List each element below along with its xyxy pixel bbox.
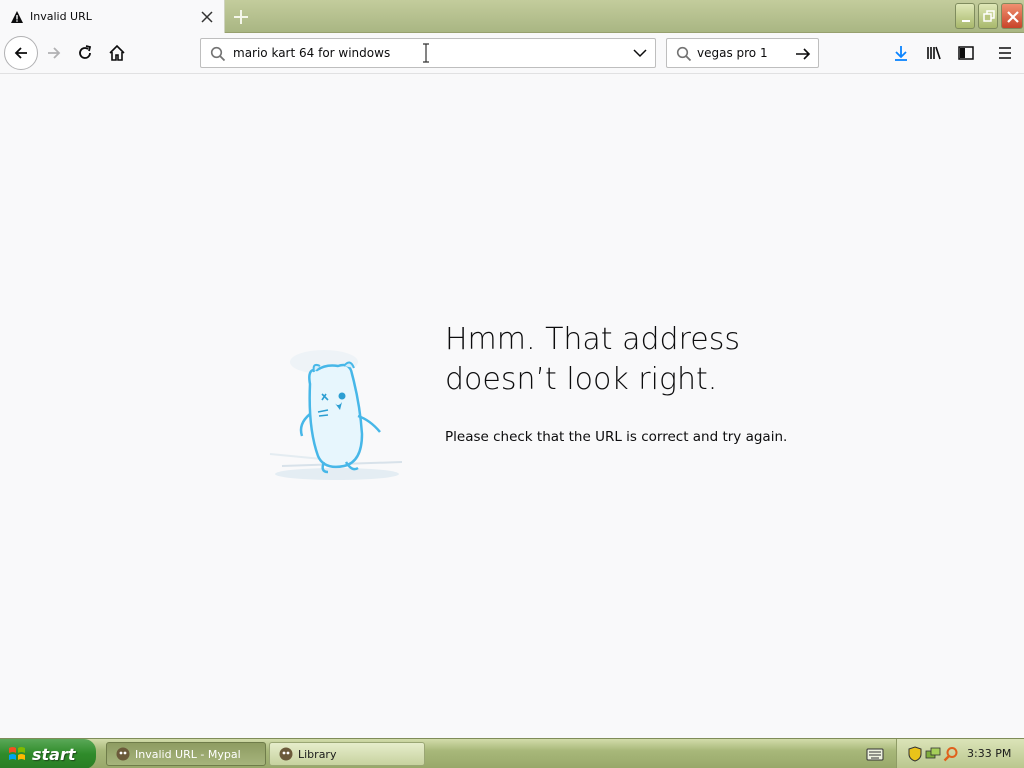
minimize-button[interactable]: [955, 3, 975, 29]
download-icon: [895, 46, 907, 61]
windows-logo-icon: [9, 747, 25, 760]
search-go-arrow-icon[interactable]: [794, 45, 812, 63]
forward-button[interactable]: [38, 37, 70, 69]
taskbar-item-library[interactable]: Library: [269, 742, 425, 766]
close-tab-icon[interactable]: [199, 9, 215, 25]
library-button[interactable]: [922, 41, 946, 65]
restore-icon: [983, 10, 995, 22]
security-shield-icon[interactable]: [907, 746, 923, 762]
forward-arrow-icon: [48, 47, 61, 59]
hamburger-menu-icon: [999, 47, 1011, 59]
reload-icon: [79, 45, 92, 59]
chevron-down-icon[interactable]: [633, 48, 647, 58]
back-button[interactable]: [4, 36, 38, 70]
mypal-app-icon: [279, 747, 293, 761]
search-bar[interactable]: vegas pro 1: [666, 38, 819, 68]
search-tray-icon[interactable]: [943, 746, 959, 762]
back-arrow-icon: [14, 47, 27, 59]
restore-button[interactable]: [978, 3, 998, 29]
tab-title: Invalid URL: [30, 10, 92, 23]
close-icon: [1007, 11, 1019, 23]
start-label: start: [32, 744, 76, 764]
taskbar-item-label: Library: [298, 747, 337, 761]
library-icon: [927, 46, 941, 60]
error-heading-line-1: Hmm. That address: [445, 322, 740, 357]
new-tab-icon[interactable]: [230, 6, 252, 28]
network-icon[interactable]: [925, 746, 941, 762]
taskbar-item-label: Invalid URL - Mypal: [135, 747, 241, 761]
text-cursor-icon: [423, 43, 429, 63]
url-input-value[interactable]: mario kart 64 for windows: [233, 46, 390, 60]
sidebar-icon: [958, 46, 974, 60]
tab-strip: Invalid URL: [0, 0, 1024, 33]
search-icon: [210, 46, 226, 62]
search-input-value[interactable]: vegas pro 1: [697, 46, 768, 60]
error-heading-line-2: doesn’t look right.: [445, 362, 718, 397]
error-mascot-illustration: [269, 350, 403, 480]
url-bar[interactable]: mario kart 64 for windows: [200, 38, 656, 68]
error-message: Please check that the URL is correct and…: [445, 429, 788, 445]
taskbar: start Invalid URL - Mypal Library 3:33 P…: [0, 738, 1024, 768]
sidebar-button[interactable]: [954, 41, 978, 65]
home-button[interactable]: [101, 37, 133, 69]
warning-icon: [11, 11, 23, 23]
close-window-button[interactable]: [1001, 3, 1023, 29]
error-heading: Hmm. That address doesn’t look right.: [445, 320, 805, 400]
home-icon: [109, 44, 125, 61]
error-page: Hmm. That address doesn’t look right. Pl…: [0, 74, 1024, 738]
downloads-button[interactable]: [889, 41, 913, 65]
reload-button[interactable]: [69, 37, 101, 69]
minimize-icon: [962, 20, 970, 22]
navigation-toolbar: mario kart 64 for windows vegas pro 1: [0, 33, 1024, 74]
tab-invalid-url[interactable]: Invalid URL: [0, 0, 225, 33]
taskbar-item-mypal[interactable]: Invalid URL - Mypal: [106, 742, 266, 766]
start-button[interactable]: start: [0, 739, 96, 768]
search-icon: [676, 46, 692, 62]
mypal-app-icon: [116, 747, 130, 761]
menu-button[interactable]: [993, 41, 1017, 65]
keyboard-layout-icon[interactable]: [866, 746, 884, 762]
clock: 3:33 PM: [967, 747, 1012, 760]
